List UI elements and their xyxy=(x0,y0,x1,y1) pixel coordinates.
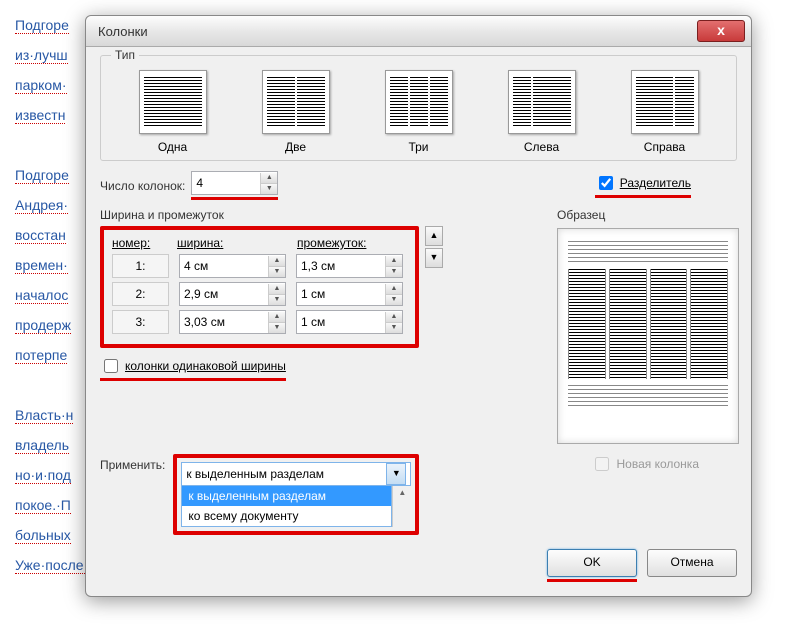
new-column-checkbox: Новая колонка xyxy=(591,454,699,474)
apply-option-whole[interactable]: ко всему документу xyxy=(182,506,391,526)
equal-width-checkbox[interactable]: колонки одинаковой ширины xyxy=(100,356,286,376)
spin-up-icon[interactable]: ▲ xyxy=(261,173,277,184)
ok-button[interactable]: OK xyxy=(547,549,637,577)
width-input-3[interactable]: ▲▼ xyxy=(179,310,286,334)
width-spacing-label: Ширина и промежуток xyxy=(100,208,527,222)
scroll-up-icon: ▲ xyxy=(425,226,443,246)
apply-label: Применить: xyxy=(100,454,165,472)
table-row: 2: ▲▼ ▲▼ xyxy=(112,282,407,306)
type-right[interactable]: Справа xyxy=(617,70,712,154)
cancel-button[interactable]: Отмена xyxy=(647,549,737,577)
list-scrollbar[interactable]: ▲ xyxy=(392,486,411,527)
chevron-down-icon[interactable]: ▼ xyxy=(386,463,406,485)
table-row: 1: ▲▼ ▲▼ xyxy=(112,254,407,278)
width-input-1[interactable]: ▲▼ xyxy=(179,254,286,278)
apply-option-selected[interactable]: к выделенным разделам xyxy=(182,486,391,506)
table-scrollbar[interactable]: ▲ ▼ xyxy=(425,226,443,348)
type-left[interactable]: Слева xyxy=(494,70,589,154)
num-cols-input[interactable] xyxy=(192,174,260,192)
width-table: номер: ширина: промежуток: 1: ▲▼ ▲▼ 2: ▲… xyxy=(100,226,419,348)
table-row: 3: ▲▼ ▲▼ xyxy=(112,310,407,334)
apply-dropdown-list: к выделенным разделам ко всему документу xyxy=(181,485,392,527)
sample-label: Образец xyxy=(557,208,737,222)
num-cols-spinbox[interactable]: ▲▼ xyxy=(191,171,278,195)
dialog-title: Колонки xyxy=(98,24,697,39)
scroll-down-icon: ▼ xyxy=(425,248,443,268)
columns-dialog: Колонки x Тип Одна Две Три xyxy=(85,15,752,597)
spin-down-icon[interactable]: ▼ xyxy=(261,184,277,194)
close-button[interactable]: x xyxy=(697,20,745,42)
type-one[interactable]: Одна xyxy=(125,70,220,154)
apply-combo[interactable]: к выделенным разделам ▼ к выделенным раз… xyxy=(181,462,411,527)
sample-preview xyxy=(557,228,739,444)
num-cols-label: Число колонок: xyxy=(100,179,185,193)
spacing-input-3[interactable]: ▲▼ xyxy=(296,310,403,334)
type-group: Тип Одна Две Три Слева xyxy=(100,55,737,161)
spacing-input-1[interactable]: ▲▼ xyxy=(296,254,403,278)
spacing-input-2[interactable]: ▲▼ xyxy=(296,282,403,306)
type-group-label: Тип xyxy=(111,48,139,62)
type-two[interactable]: Две xyxy=(248,70,343,154)
separator-checkbox[interactable]: Разделитель xyxy=(595,173,691,193)
titlebar[interactable]: Колонки x xyxy=(86,16,751,47)
width-input-2[interactable]: ▲▼ xyxy=(179,282,286,306)
type-three[interactable]: Три xyxy=(371,70,466,154)
